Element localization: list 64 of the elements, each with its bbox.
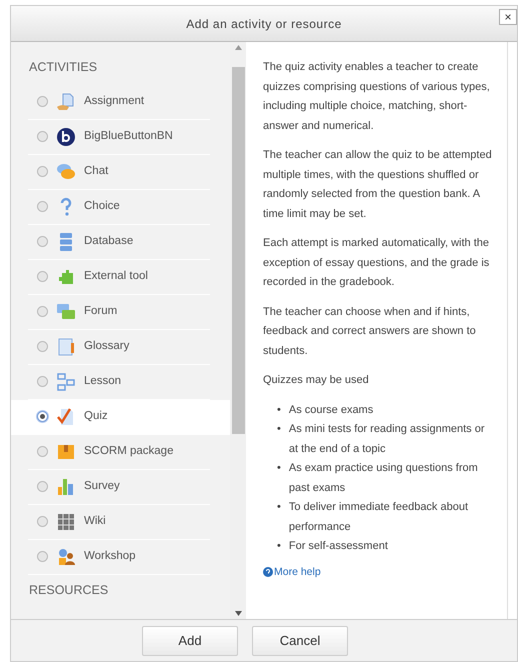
description-paragraph: Each attempt is marked automatically, with the exception of essay questions, and the grade is recorded in the gradebook. [263, 236, 490, 290]
close-button[interactable]: × [499, 9, 517, 25]
description-paragraph: The teacher can allow the quiz to be attempted multiple times, with the questions shuffled or randomly selected from the question bank. A time limit may be set. [263, 148, 493, 222]
description-paragraph: The teacher can choose when and if hints, feedback and correct answers are shown to students. [263, 304, 477, 358]
radio-button[interactable] [37, 551, 48, 562]
bullet-item: To deliver immediate feedback about performance [288, 500, 470, 534]
module-option[interactable]: Forum [11, 294, 230, 330]
people-icon [56, 546, 76, 567]
help-link[interactable]: More help [263, 562, 321, 582]
radio-button[interactable] [37, 376, 48, 388]
module-option[interactable]: Survey [11, 470, 230, 505]
speech-bubbles-icon [56, 302, 76, 322]
radio-button[interactable] [37, 446, 48, 458]
module-option[interactable]: Quiz [11, 400, 230, 435]
help-icon [263, 567, 273, 578]
radio-button[interactable] [37, 516, 48, 528]
radio-button[interactable] [37, 131, 48, 142]
flowchart-icon [56, 372, 76, 392]
bullet-marker: • [277, 539, 281, 554]
bullet-item: As course exams [288, 402, 374, 418]
dictionary-icon [56, 336, 76, 357]
module-option[interactable]: Glossary [11, 330, 230, 365]
radio-button[interactable] [37, 481, 48, 492]
wiki-tiles-icon [56, 512, 76, 532]
dialog-button[interactable]: Cancel [252, 626, 348, 656]
radio-button[interactable] [37, 306, 48, 318]
scroll-up-icon[interactable] [234, 45, 242, 50]
description-paragraph: The quiz activity enables a teacher to create quizzes comprising questions of various types, including multiple choice, matching, short-answer and numerical. [263, 60, 491, 134]
radio-button[interactable] [37, 201, 48, 212]
letter-circle-icon [56, 126, 76, 147]
section-heading: ACTIVITIES [28, 59, 98, 76]
bullet-item: As mini tests for reading assignments or at the end of a topic [288, 422, 486, 456]
scroll-down-icon[interactable] [234, 611, 242, 616]
bullet-marker: • [277, 422, 281, 437]
bar-chart-icon [56, 476, 76, 497]
document-hand-icon [56, 92, 76, 112]
module-option[interactable]: Workshop [11, 540, 230, 575]
scrollbar[interactable] [230, 42, 246, 619]
radio-button[interactable] [37, 96, 48, 108]
description-paragraph: Quizzes may be used [263, 373, 370, 388]
module-option[interactable]: BigBlueButtonBN [11, 120, 230, 155]
radio-button[interactable] [37, 166, 48, 178]
module-option[interactable]: Choice [11, 190, 230, 225]
section-heading: RESOURCES [28, 582, 110, 599]
bullet-marker: • [277, 461, 281, 476]
dialog-button[interactable]: Add [142, 626, 238, 656]
scrollbar-thumb[interactable] [232, 67, 244, 434]
module-option[interactable]: External tool [11, 260, 230, 295]
module-option[interactable]: SCORM package [11, 434, 230, 470]
radio-button[interactable] [37, 271, 48, 282]
chat-bubbles-icon [56, 162, 76, 182]
module-option[interactable]: Chat [11, 154, 230, 190]
bullet-marker: • [277, 500, 281, 515]
radio-button[interactable] [37, 341, 48, 352]
module-option[interactable]: Database [11, 224, 230, 260]
bullet-marker: • [277, 402, 281, 418]
module-option[interactable]: Assignment [11, 84, 230, 120]
bullet-item: As exam practice using questions from past exams [288, 461, 479, 496]
radio-button[interactable] [37, 236, 48, 248]
module-option[interactable]: Wiki [11, 504, 230, 540]
radio-button[interactable] [37, 411, 48, 422]
checkmark-page-icon [56, 406, 76, 427]
bullet-item: For self-assessment [288, 539, 388, 554]
dialog-title: Add an activity or resource [186, 16, 342, 32]
